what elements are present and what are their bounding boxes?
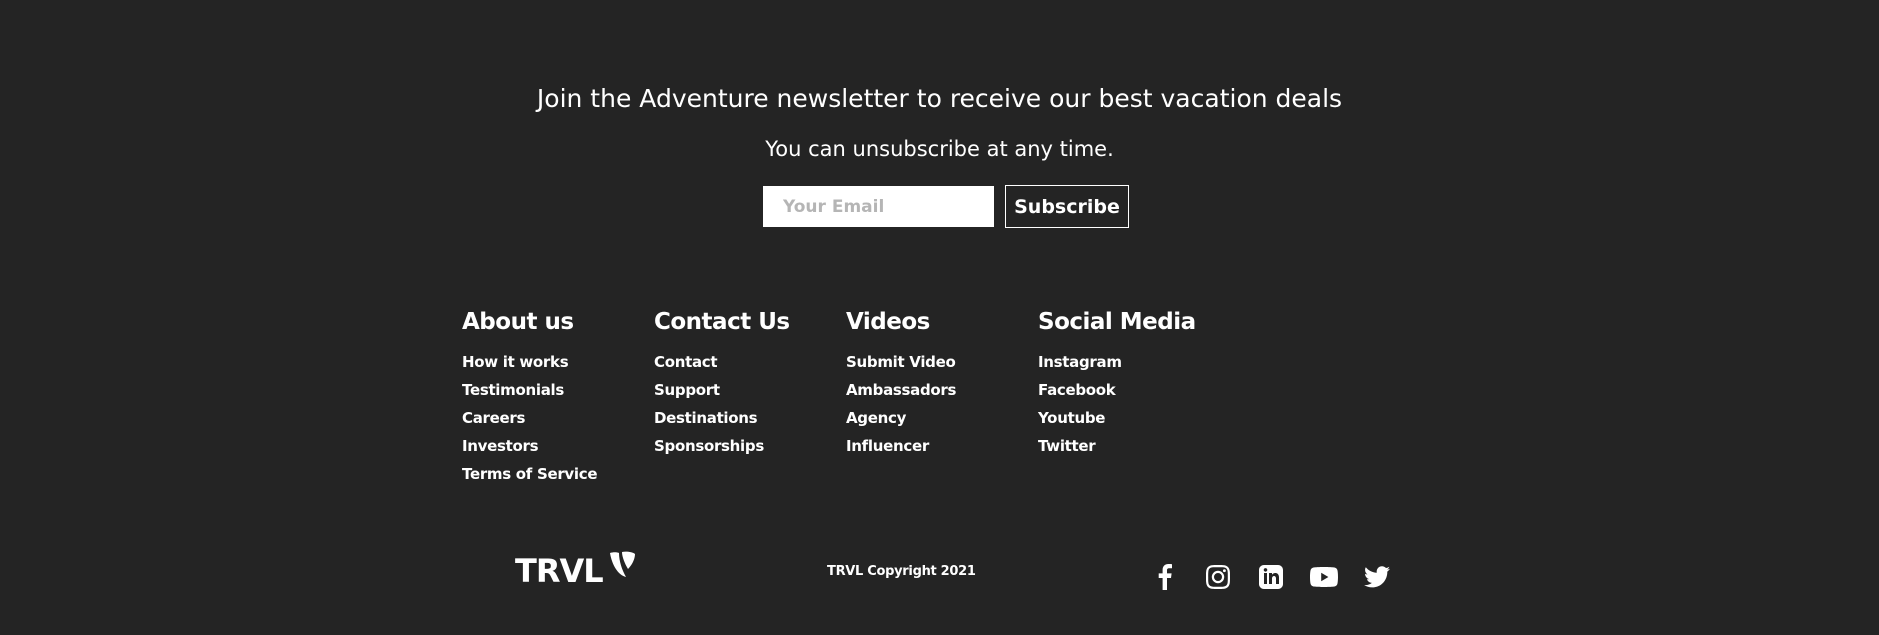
- footer-column-social-media: Social Media Instagram Facebook Youtube …: [1038, 306, 1230, 488]
- logo-text: TRVL: [515, 552, 604, 590]
- facebook-icon[interactable]: [1150, 562, 1180, 592]
- column-title: Social Media: [1038, 309, 1196, 335]
- copyright-text: TRVL Copyright 2021: [827, 564, 976, 579]
- youtube-icon[interactable]: [1309, 562, 1339, 592]
- subscribe-button[interactable]: Subscribe: [1005, 185, 1129, 228]
- column-title: About us: [462, 309, 574, 335]
- newsletter-form: Subscribe: [763, 185, 1129, 228]
- footer-link-how-it-works[interactable]: How it works: [462, 353, 569, 371]
- footer-link-investors[interactable]: Investors: [462, 437, 539, 455]
- email-input[interactable]: [763, 186, 994, 227]
- trvl-logo[interactable]: TRVL: [515, 548, 636, 594]
- footer-link-columns: About us How it works Testimonials Caree…: [462, 306, 1230, 488]
- footer-link-destinations[interactable]: Destinations: [654, 409, 758, 427]
- footer-link-influencer[interactable]: Influencer: [846, 437, 929, 455]
- footer-link-twitter[interactable]: Twitter: [1038, 437, 1096, 455]
- footer-link-ambassadors[interactable]: Ambassadors: [846, 381, 956, 399]
- instagram-icon[interactable]: [1203, 562, 1233, 592]
- social-icons: [1150, 562, 1415, 592]
- footer-column-videos: Videos Submit Video Ambassadors Agency I…: [846, 306, 1038, 488]
- footer-link-facebook[interactable]: Facebook: [1038, 381, 1116, 399]
- linkedin-icon[interactable]: [1256, 562, 1286, 592]
- footer-column-contact: Contact Us Contact Support Destinations …: [654, 306, 846, 488]
- footer-link-sponsorships[interactable]: Sponsorships: [654, 437, 764, 455]
- footer-link-instagram[interactable]: Instagram: [1038, 353, 1122, 371]
- footer-link-submit-video[interactable]: Submit Video: [846, 353, 956, 371]
- newsletter-heading: Join the Adventure newsletter to receive…: [536, 84, 1343, 113]
- footer-column-about: About us How it works Testimonials Caree…: [462, 306, 654, 488]
- footer-link-careers[interactable]: Careers: [462, 409, 525, 427]
- footer-link-terms[interactable]: Terms of Service: [462, 465, 598, 483]
- footer-link-support[interactable]: Support: [654, 381, 720, 399]
- newsletter-subheading: You can unsubscribe at any time.: [765, 137, 1114, 161]
- footer-link-agency[interactable]: Agency: [846, 409, 906, 427]
- footer-link-contact[interactable]: Contact: [654, 353, 718, 371]
- footer-link-youtube[interactable]: Youtube: [1038, 409, 1105, 427]
- footer-link-testimonials[interactable]: Testimonials: [462, 381, 564, 399]
- column-title: Contact Us: [654, 309, 790, 335]
- column-title: Videos: [846, 309, 930, 335]
- twitter-icon[interactable]: [1362, 562, 1392, 592]
- logo-mark-icon: [609, 551, 636, 583]
